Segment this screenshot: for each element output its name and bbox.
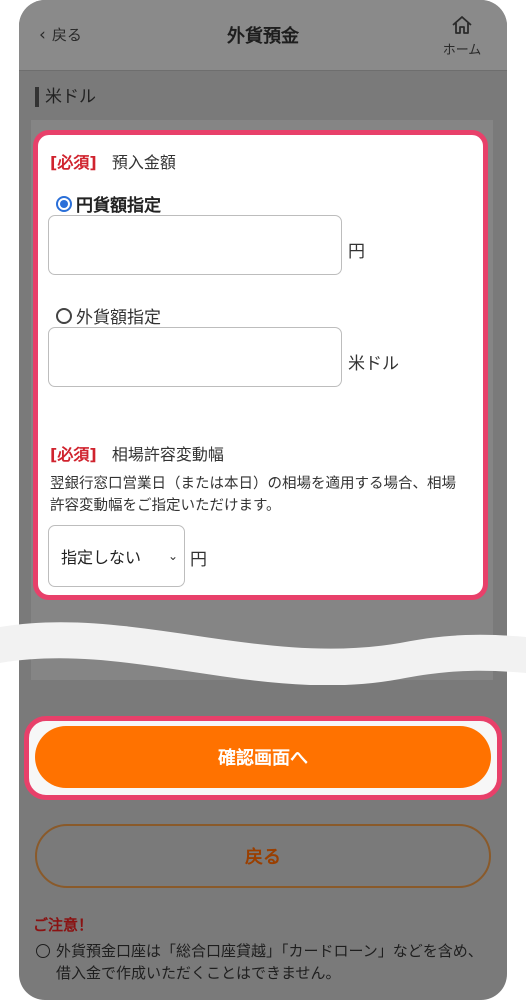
header-bar: ‹ 戻る 外貨預金 ホーム (19, 0, 507, 71)
tolerance-unit: 円 (190, 550, 207, 570)
radio-selected-icon (56, 195, 72, 212)
radio-yen-amount[interactable]: 円貨額指定 (56, 191, 161, 216)
required-badge: [必須] (50, 445, 97, 464)
required-badge: [必須] (50, 153, 97, 172)
yen-unit: 円 (348, 242, 365, 262)
radio-foreign-amount[interactable]: 外貨額指定 (56, 303, 161, 328)
confirm-button[interactable]: 確認画面へ (35, 726, 491, 788)
section-marker (35, 87, 39, 107)
home-label: ホーム (442, 43, 482, 58)
radio-yen-label: 円貨額指定 (76, 196, 161, 216)
home-button[interactable]: ホーム (437, 14, 487, 58)
amount-form-highlight: [必須] 預入金額 円貨額指定 円 外貨額指定 米ドル [必須] 相場許容変動幅… (33, 130, 488, 600)
notice-title: ご注意！ (33, 916, 94, 934)
amount-heading: [必須] 預入金額 (50, 149, 176, 173)
currency-section-label: 米ドル (35, 82, 96, 107)
chevron-down-icon: ⌄ (167, 549, 178, 563)
notice-text: 外貨預金口座は「総合口座貸越」「カードローン」などを含め、借入金で作成いただくこ… (56, 942, 483, 982)
amount-label: 預入金額 (111, 153, 176, 172)
foreign-amount-field[interactable] (49, 328, 341, 386)
foreign-amount-input[interactable] (48, 327, 342, 387)
section-text: 米ドル (45, 87, 96, 107)
radio-unselected-icon (56, 307, 72, 324)
back-button[interactable]: 戻る (35, 824, 491, 888)
notice-item: 外貨預金口座は「総合口座貸越」「カードローン」などを含め、借入金で作成いただくこ… (36, 940, 486, 984)
tolerance-heading: [必須] 相場許容変動幅 (50, 441, 224, 465)
yen-amount-input[interactable] (48, 215, 342, 275)
home-icon (452, 16, 472, 34)
tolerance-selected-value: 指定しない (61, 548, 142, 567)
usd-unit: 米ドル (348, 354, 399, 374)
tolerance-label: 相場許容変動幅 (111, 445, 224, 464)
yen-amount-field[interactable] (49, 216, 341, 274)
wave-divider (0, 622, 526, 685)
circle-bullet-icon (36, 944, 50, 958)
tolerance-description: 翌銀行窓口営業日（または本日）の相場を適用する場合、相場許容変動幅をご指定いただ… (50, 476, 456, 514)
page-title: 外貨預金 (227, 26, 299, 47)
radio-foreign-label: 外貨額指定 (76, 308, 161, 328)
tolerance-select[interactable]: 指定しない ⌄ (48, 525, 185, 587)
